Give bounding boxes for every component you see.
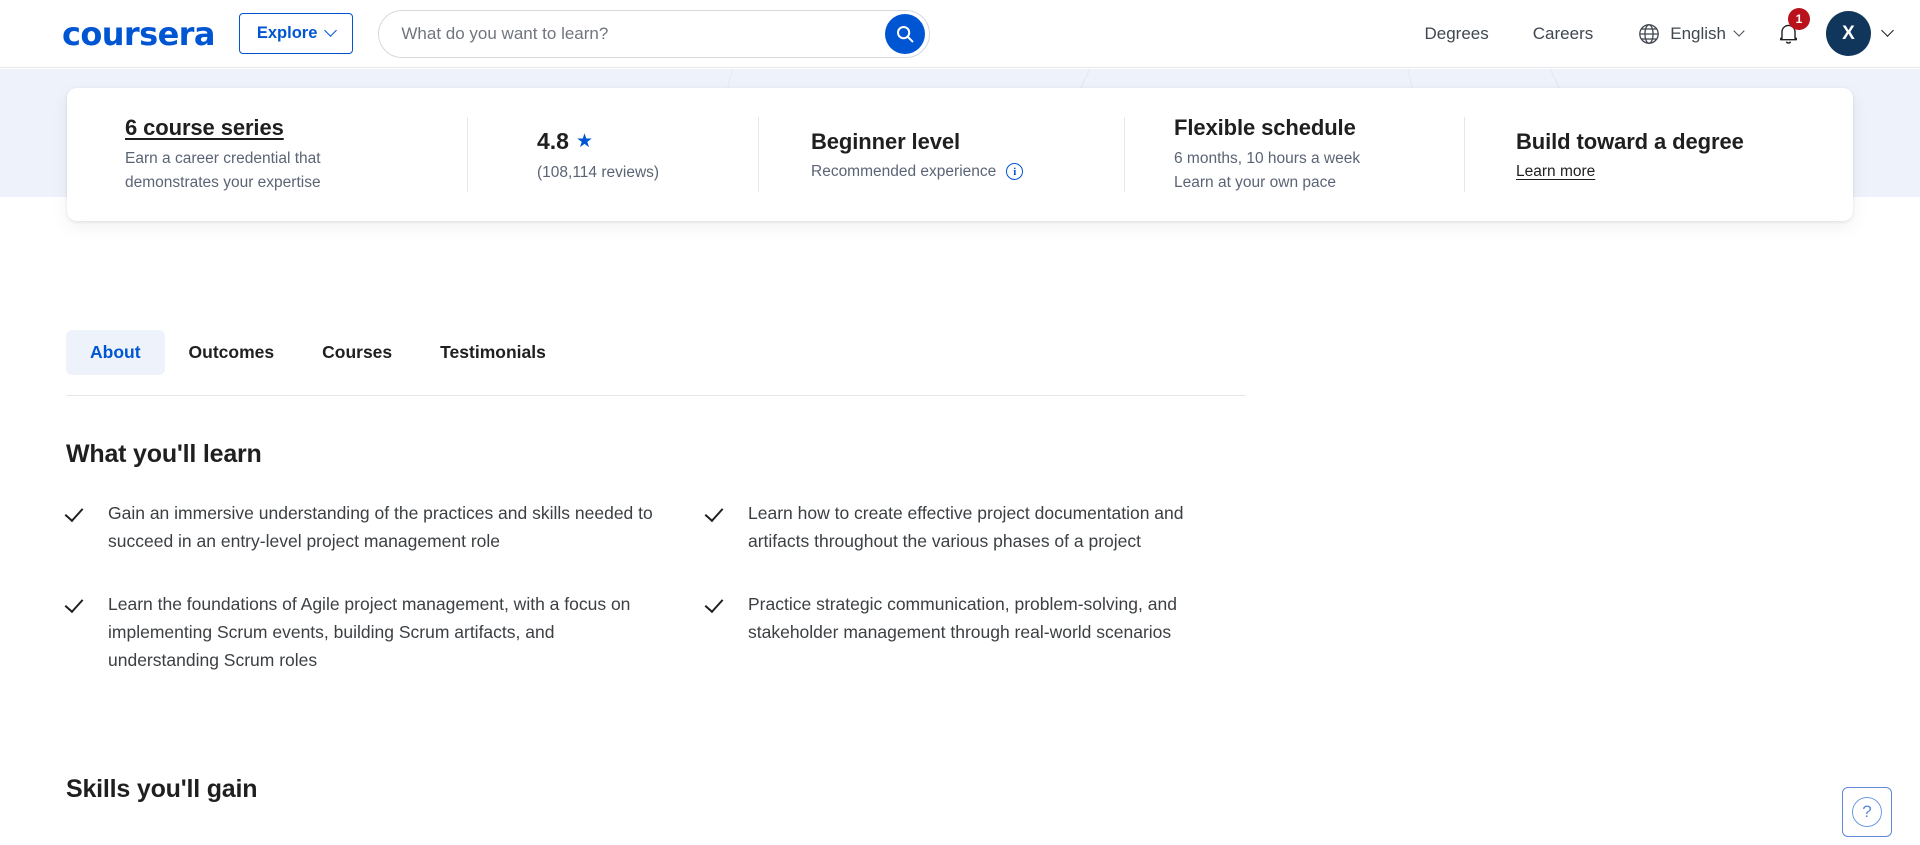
what-you-learn-grid: Gain an immersive understanding of the p… — [66, 499, 1286, 675]
language-selector[interactable]: English — [1615, 22, 1761, 46]
recommended-experience-row: Recommended experience i — [811, 163, 1124, 181]
nav-link-careers[interactable]: Careers — [1511, 24, 1615, 44]
info-col-rating: 4.8 ★ (108,114 reviews) — [467, 88, 758, 221]
search-icon — [895, 24, 915, 44]
learn-item: Learn how to create effective project do… — [706, 499, 1286, 556]
account-menu[interactable]: X — [1816, 11, 1892, 56]
about-content: What you'll learn Gain an immersive unde… — [66, 440, 1286, 675]
learn-item: Practice strategic communication, proble… — [706, 590, 1286, 675]
learn-more-link[interactable]: Learn more — [1516, 163, 1595, 181]
learn-item-text: Learn the foundations of Agile project m… — [108, 590, 666, 675]
tabs-divider — [66, 395, 1246, 396]
check-icon — [66, 503, 86, 523]
info-col-series: 6 course series Earn a career credential… — [67, 88, 467, 221]
rating-value: 4.8 — [537, 128, 569, 155]
series-subtitle: Earn a career credential that demonstrat… — [125, 147, 365, 195]
schedule-subtitle-line-2: Learn at your own pace — [1174, 171, 1414, 195]
learn-item-text: Practice strategic communication, proble… — [748, 590, 1246, 647]
info-col-level: Beginner level Recommended experience i — [758, 88, 1124, 221]
tab-testimonials[interactable]: Testimonials — [416, 330, 570, 375]
recommended-experience-label: Recommended experience — [811, 163, 996, 181]
question-mark-icon: ? — [1852, 797, 1882, 827]
rating-row: 4.8 ★ — [537, 128, 758, 155]
series-subtitle-line-1: Earn a career credential that — [125, 147, 365, 171]
notification-badge: 1 — [1788, 8, 1810, 30]
search-button[interactable] — [885, 14, 925, 54]
info-icon[interactable]: i — [1006, 163, 1023, 180]
page-tabs-section: About Outcomes Courses Testimonials — [66, 330, 1246, 396]
search-input[interactable] — [401, 24, 885, 44]
series-title-wrap: 6 course series — [125, 114, 467, 142]
learn-item: Gain an immersive understanding of the p… — [66, 499, 706, 556]
learn-item-text: Gain an immersive understanding of the p… — [108, 499, 666, 556]
schedule-subtitle-line-1: 6 months, 10 hours a week — [1174, 147, 1414, 171]
check-icon — [706, 594, 726, 614]
reviews-count[interactable]: (108,114 reviews) — [537, 164, 758, 182]
language-label: English — [1670, 24, 1726, 44]
course-series-link[interactable]: 6 course series — [125, 114, 284, 142]
search-bar[interactable] — [378, 10, 930, 58]
site-header: coursera Explore Degrees Careers English — [0, 0, 1920, 68]
page-tabs: About Outcomes Courses Testimonials — [66, 330, 1246, 375]
tab-courses[interactable]: Courses — [298, 330, 416, 375]
help-button[interactable]: ? — [1842, 787, 1892, 837]
info-col-schedule: Flexible schedule 6 months, 10 hours a w… — [1124, 88, 1464, 221]
learn-item-text: Learn how to create effective project do… — [748, 499, 1246, 556]
tab-about[interactable]: About — [66, 330, 165, 375]
learn-item: Learn the foundations of Agile project m… — [66, 590, 706, 675]
explore-button[interactable]: Explore — [239, 13, 354, 54]
degree-title: Build toward a degree — [1516, 128, 1853, 156]
chevron-down-icon — [1733, 25, 1744, 36]
course-info-card: 6 course series Earn a career credential… — [67, 88, 1853, 221]
schedule-title: Flexible schedule — [1174, 114, 1464, 142]
check-icon — [706, 503, 726, 523]
header-right-group: Degrees Careers English 1 X — [1403, 11, 1893, 56]
chevron-down-icon — [325, 24, 338, 37]
globe-icon — [1637, 22, 1661, 46]
avatar: X — [1826, 11, 1871, 56]
nav-link-degrees[interactable]: Degrees — [1403, 24, 1511, 44]
explore-label: Explore — [257, 25, 318, 42]
star-icon: ★ — [576, 132, 593, 151]
level-title: Beginner level — [811, 128, 1124, 156]
series-subtitle-line-2: demonstrates your expertise — [125, 171, 365, 195]
schedule-subtitle: 6 months, 10 hours a week Learn at your … — [1174, 147, 1414, 195]
notifications-button[interactable]: 1 — [1761, 20, 1816, 47]
chevron-down-icon — [1881, 24, 1894, 37]
skills-section-title: Skills you'll gain — [66, 775, 257, 804]
what-you-learn-title: What you'll learn — [66, 440, 1286, 469]
coursera-logo[interactable]: coursera — [62, 18, 215, 50]
info-col-degree: Build toward a degree Learn more — [1464, 88, 1853, 221]
tab-outcomes[interactable]: Outcomes — [165, 330, 299, 375]
check-icon — [66, 594, 86, 614]
